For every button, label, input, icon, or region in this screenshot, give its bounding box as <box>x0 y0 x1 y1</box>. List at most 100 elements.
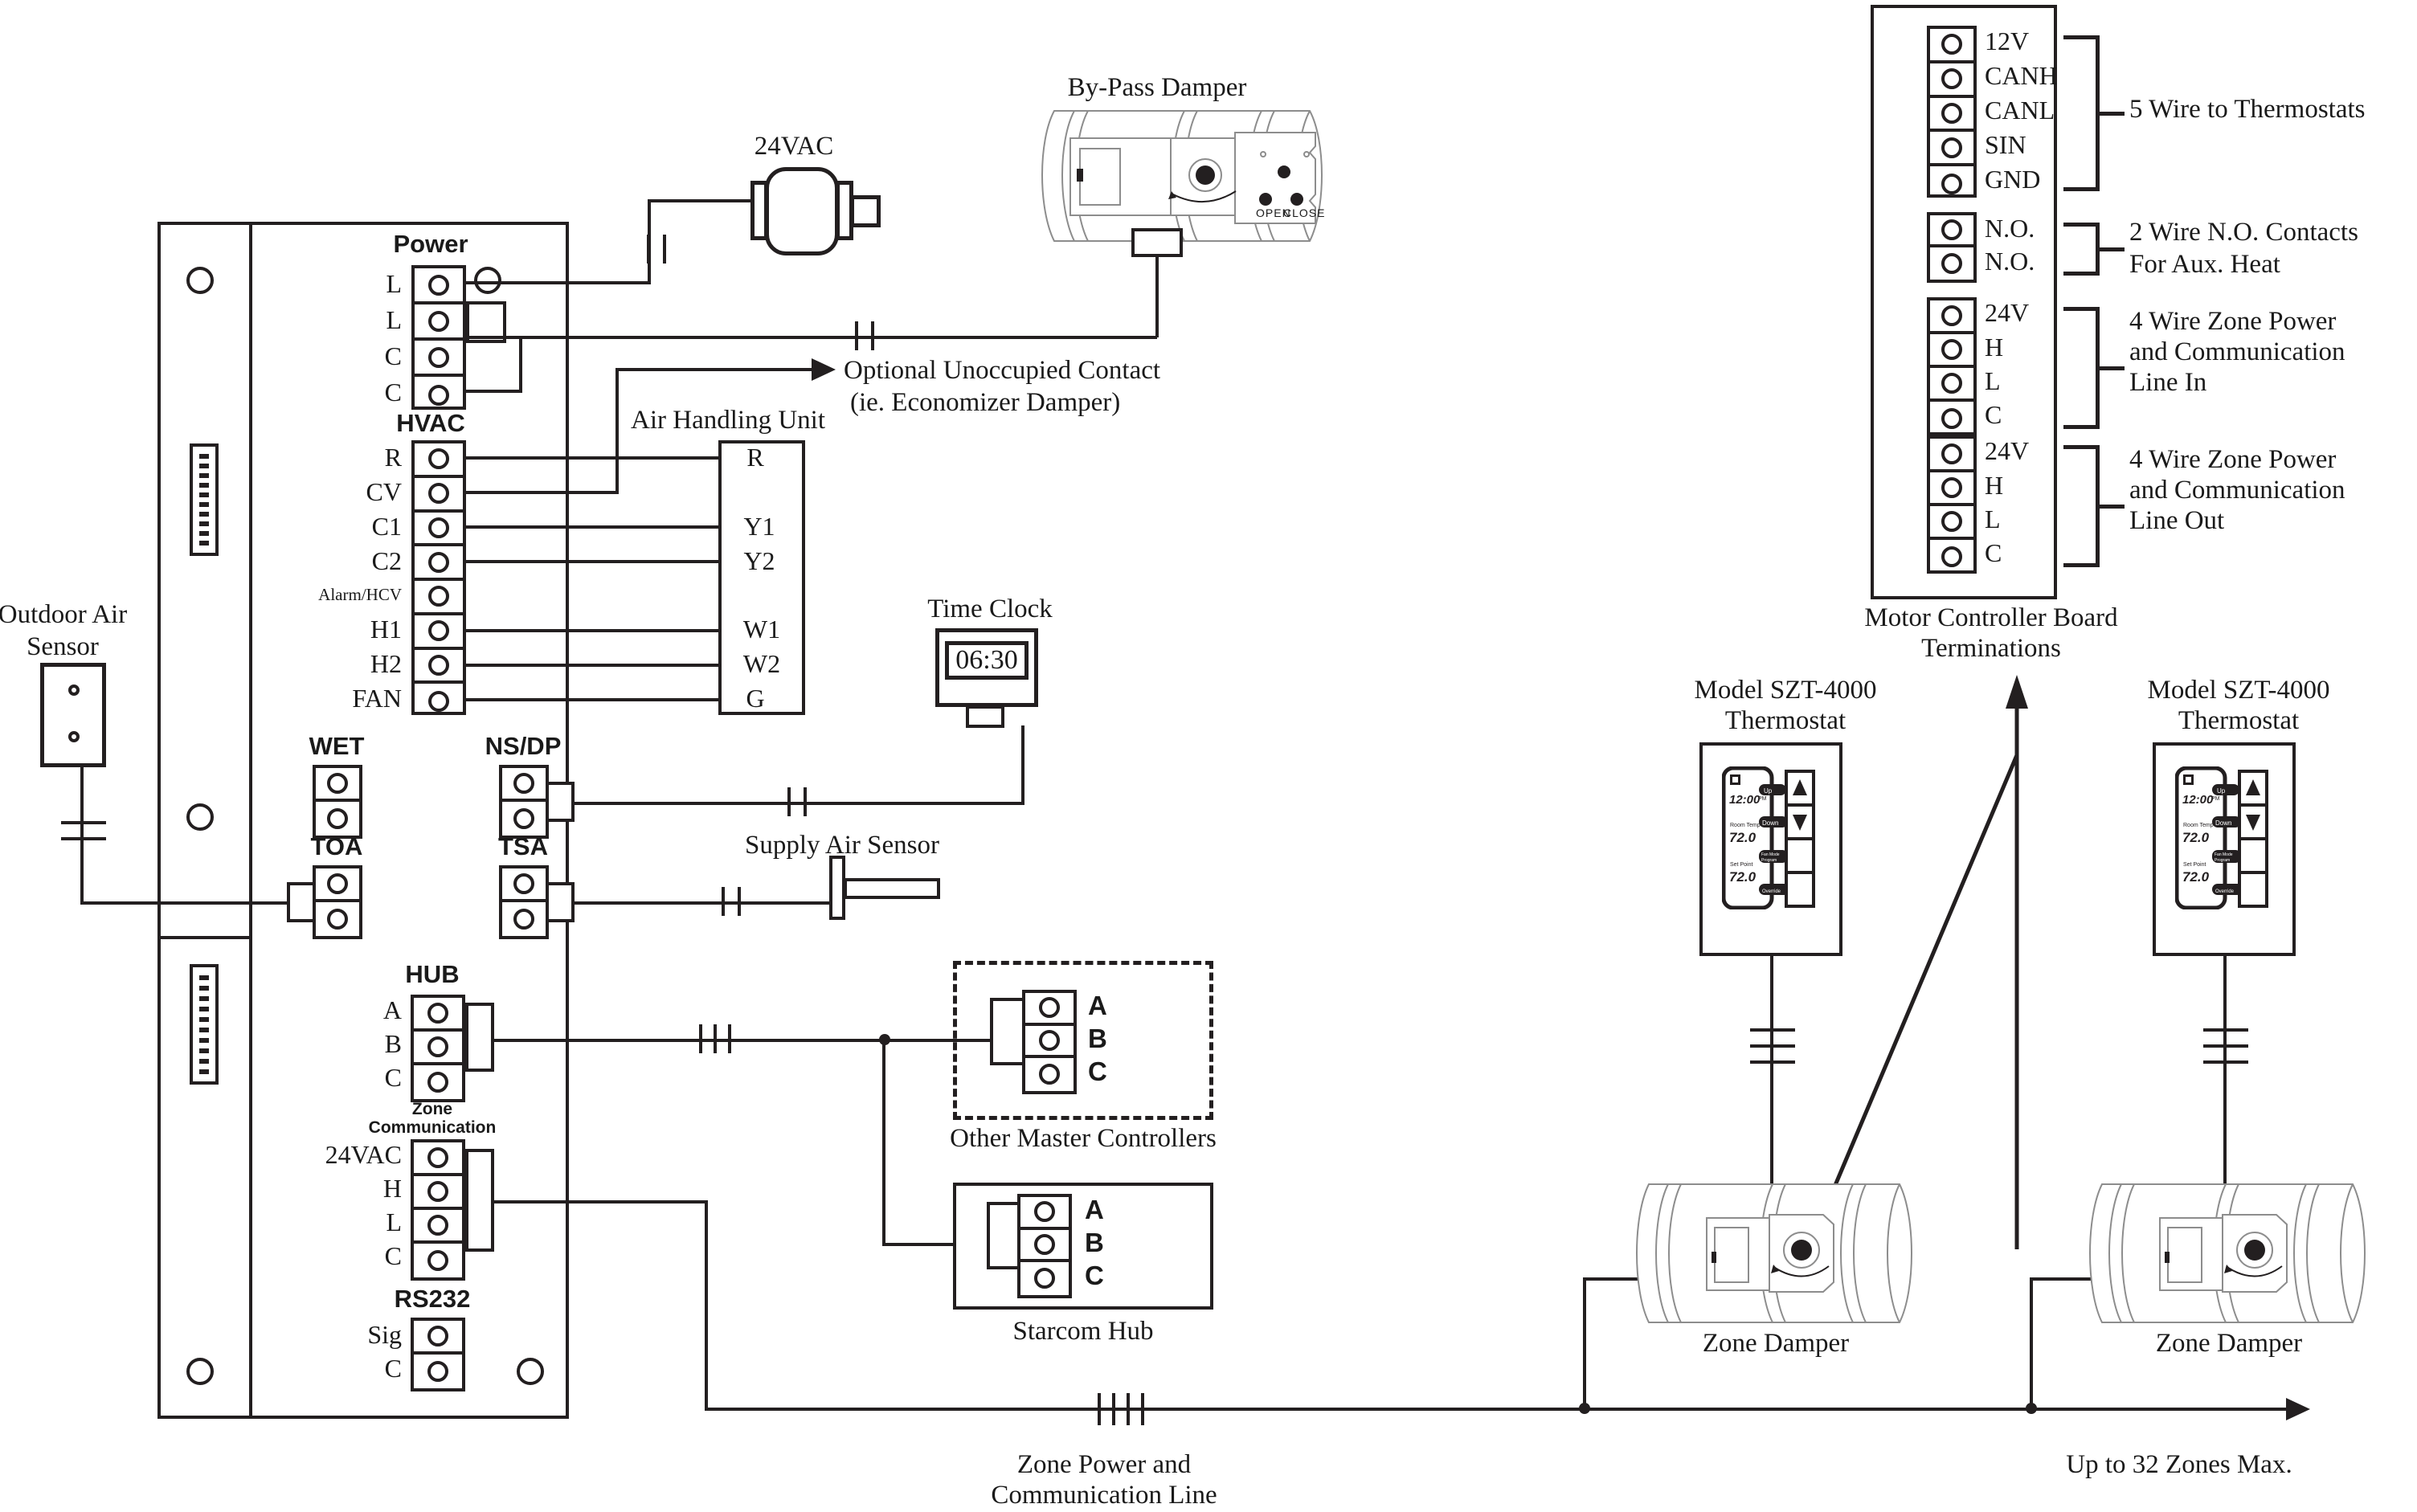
terminal-pad[interactable] <box>1930 300 1973 334</box>
svg-text:Fan Mode: Fan Mode <box>2215 852 2233 857</box>
terminal-pad[interactable] <box>1930 166 1973 201</box>
zone-communication-heading-line1: Zone <box>411 1100 453 1118</box>
terminal-pad[interactable] <box>1930 132 1973 167</box>
hub-heading: HUB <box>405 960 460 988</box>
other-master-terminal-label: B <box>1088 1024 1107 1053</box>
terminal-pad[interactable] <box>1930 540 1973 574</box>
wire-hvac-c2 <box>466 560 720 563</box>
nsdp-terminal-block[interactable] <box>499 765 549 839</box>
hvac-terminal-block[interactable] <box>411 440 466 715</box>
terminal-pad[interactable] <box>1025 1058 1074 1091</box>
terminal-pad[interactable] <box>414 1065 462 1099</box>
mcb-terminal-label: CANH <box>1985 61 2058 90</box>
wire-hub-to-starcom <box>882 1039 885 1244</box>
mcb-group4-note-line1: 4 Wire Zone Power <box>2129 445 2337 474</box>
terminal-pad[interactable] <box>415 684 463 718</box>
terminal-pad[interactable] <box>1930 215 1973 247</box>
other-master-terminal-block[interactable] <box>1022 990 1077 1094</box>
wet-terminal-block[interactable] <box>313 765 362 839</box>
terminal-pad[interactable] <box>1930 472 1973 506</box>
terminal-pad[interactable] <box>502 768 546 802</box>
terminal-pad[interactable] <box>414 1244 462 1277</box>
supply-air-sensor-flange <box>829 856 845 920</box>
ahu-terminal-label: Y2 <box>743 546 775 575</box>
time-clock-label: Time Clock <box>927 595 1053 623</box>
terminal-pad[interactable] <box>1930 98 1973 133</box>
terminal-pad[interactable] <box>414 1032 462 1065</box>
terminal-pad[interactable] <box>414 998 462 1032</box>
terminal-pad[interactable] <box>415 304 463 341</box>
terminal-pad[interactable] <box>1930 439 1973 472</box>
terminal-pad[interactable] <box>1020 1262 1069 1295</box>
terminal-pad[interactable] <box>414 1321 462 1355</box>
mcb-group2-terminal-block[interactable] <box>1927 212 1977 283</box>
svg-text:Fan Mode: Fan Mode <box>1761 852 1780 857</box>
terminal-pad[interactable] <box>1930 247 1973 280</box>
terminal-pad[interactable] <box>316 902 359 936</box>
zone-comm-terminal-label: H <box>382 1174 402 1203</box>
wire-hvac-h1 <box>466 629 720 632</box>
terminal-pad[interactable] <box>1020 1197 1069 1230</box>
terminal-pad[interactable] <box>502 802 546 836</box>
svg-text:72.0: 72.0 <box>2182 869 2210 885</box>
terminal-pad[interactable] <box>415 268 463 304</box>
terminal-pad[interactable] <box>1025 1026 1074 1059</box>
terminal-pad[interactable] <box>1930 334 1973 368</box>
cable-mark <box>61 821 106 844</box>
terminal-pad[interactable] <box>1930 506 1973 540</box>
terminal-pad[interactable] <box>415 546 463 581</box>
zone-power-line-caption-line2: Communication Line <box>991 1481 1217 1510</box>
hub-terminal-label: A <box>382 995 402 1024</box>
terminal-pad[interactable] <box>415 377 463 413</box>
terminal-pad[interactable] <box>414 1355 462 1388</box>
terminal-pad[interactable] <box>415 513 463 547</box>
svg-text:Down: Down <box>1762 819 1778 827</box>
svg-text:72.0: 72.0 <box>2182 830 2210 845</box>
wire-power-c-link <box>519 336 522 392</box>
terminal-pad[interactable] <box>502 868 546 902</box>
terminal-pad[interactable] <box>316 868 359 902</box>
terminal-pad[interactable] <box>1020 1230 1069 1263</box>
terminal-pad[interactable] <box>415 478 463 513</box>
tsa-terminal-block[interactable] <box>499 865 549 939</box>
terminal-pad[interactable] <box>414 1210 462 1244</box>
terminal-pad[interactable] <box>415 443 463 478</box>
rs232-terminal-block[interactable] <box>411 1318 465 1391</box>
hvac-terminal-label: C2 <box>371 546 402 575</box>
time-clock-connector <box>966 705 1004 728</box>
cable-mark <box>787 787 810 816</box>
terminal-pad[interactable] <box>1930 402 1973 435</box>
toa-plug <box>287 882 316 922</box>
wire-zone1-riser <box>1583 1277 1586 1410</box>
mcb-terminal-label: 24V <box>1985 436 2030 465</box>
zone-communication-terminal-block[interactable] <box>411 1139 465 1281</box>
svg-text:Up: Up <box>2217 787 2226 795</box>
terminal-pad[interactable] <box>415 650 463 684</box>
hvac-terminal-label: FAN <box>352 684 402 713</box>
terminal-pad[interactable] <box>414 1142 462 1176</box>
terminal-pad[interactable] <box>415 581 463 615</box>
mcb-group3-terminal-block[interactable] <box>1927 297 1977 435</box>
terminal-pad[interactable] <box>1930 368 1973 402</box>
power-terminal-block[interactable] <box>411 265 466 410</box>
hub-terminal-block[interactable] <box>411 995 465 1102</box>
terminal-pad[interactable] <box>415 615 463 650</box>
other-master-terminal-label: C <box>1088 1056 1107 1086</box>
terminal-pad[interactable] <box>502 902 546 936</box>
terminal-pad[interactable] <box>414 1176 462 1210</box>
terminal-pad[interactable] <box>316 768 359 802</box>
terminal-pad[interactable] <box>415 341 463 377</box>
terminal-pad[interactable] <box>316 802 359 836</box>
toa-terminal-block[interactable] <box>313 865 362 939</box>
hub-plug <box>465 1003 494 1072</box>
pin-header-upper <box>190 443 219 556</box>
terminal-pad[interactable] <box>1930 63 1973 98</box>
mcb-group1-terminal-block[interactable] <box>1927 26 1977 198</box>
svg-text:Room Temp: Room Temp <box>2183 823 2214 828</box>
terminal-pad[interactable] <box>1025 993 1074 1026</box>
wiring-diagram-canvas: Power L L C C 24VAC By-Pass Damper OPEN … <box>0 0 2417 1512</box>
mcb-group4-terminal-block[interactable] <box>1927 435 1977 574</box>
mounting-hole <box>517 1358 544 1385</box>
starcom-hub-terminal-block[interactable] <box>1017 1194 1072 1298</box>
terminal-pad[interactable] <box>1930 29 1973 63</box>
